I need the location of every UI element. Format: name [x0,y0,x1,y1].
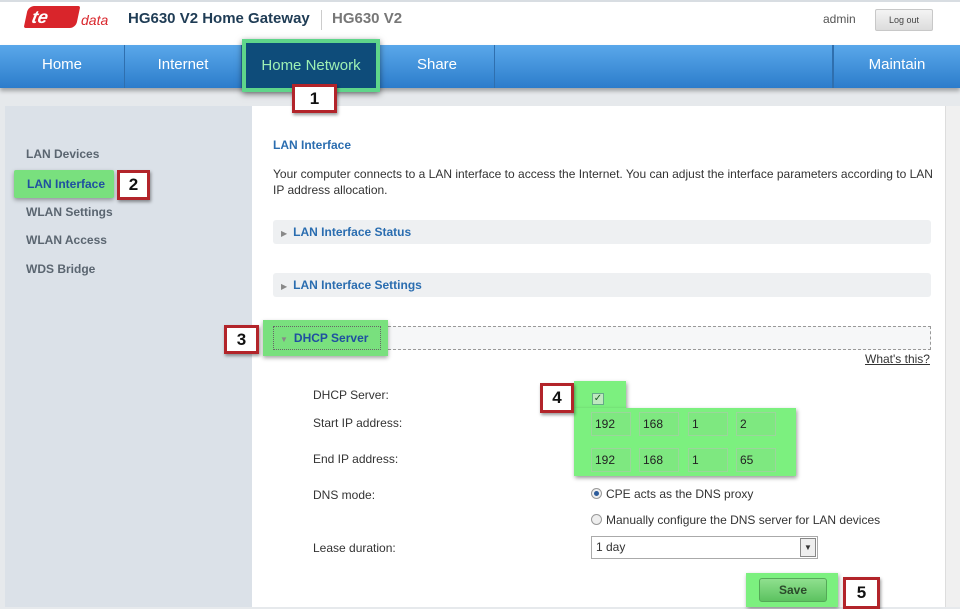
callout-2: 2 [117,170,150,200]
callout-5: 5 [843,577,880,609]
dhcp-server-label: DHCP Server: [313,388,389,402]
callout-3: 3 [224,325,259,354]
callout-4: 4 [540,383,574,413]
start-ip-octet-1[interactable]: 192 [591,412,631,436]
panel-title: LAN Interface Status [293,225,412,239]
panel-lan-interface-settings[interactable]: ▶ LAN Interface Settings [273,273,931,297]
end-ip-octet-1[interactable]: 192 [591,448,631,472]
end-ip-octet-3[interactable]: 1 [688,448,728,472]
expand-arrow-icon: ▶ [281,229,288,238]
nav-spacer [495,45,833,88]
scrollbar[interactable] [945,106,960,607]
start-ip-octet-2[interactable]: 168 [639,412,679,436]
save-button[interactable]: Save [759,578,827,602]
sidebar-item-wlan-access[interactable]: WLAN Access [26,233,107,247]
sidebar-item-wds-bridge[interactable]: WDS Bridge [26,262,95,276]
dhcp-section-title: DHCP Server [293,331,369,345]
panel-lan-interface-status[interactable]: ▶ LAN Interface Status [273,220,931,244]
logout-button[interactable]: Log out [875,9,933,31]
main-nav: Home Internet Share Maintain [0,45,960,88]
dhcp-server-header[interactable]: ▼ DHCP Server [263,320,388,356]
end-ip-label: End IP address: [313,452,399,466]
option-label: CPE acts as the DNS proxy [606,487,754,501]
page-title: LAN Interface [273,138,352,152]
nav-maintain[interactable]: Maintain [833,45,960,88]
start-ip-label: Start IP address: [313,416,403,430]
nav-share[interactable]: Share [380,45,495,88]
sidebar-item-lan-interface[interactable]: LAN Interface [14,170,114,198]
sidebar-item-wlan-settings[interactable]: WLAN Settings [26,205,113,219]
panel-title: LAN Interface Settings [293,278,422,292]
start-ip-octet-4[interactable]: 2 [736,412,776,436]
callout-1: 1 [292,84,337,113]
radio-selected[interactable] [591,488,602,499]
app-title: HG630 V2 Home Gateway [128,10,310,27]
dns-option-proxy[interactable]: CPE acts as the DNS proxy [591,487,753,501]
selected-value: 1 day [596,540,626,554]
dns-mode-label: DNS mode: [313,488,376,502]
dropdown-arrow-icon[interactable]: ▼ [800,538,816,557]
dhcp-enable-checkbox[interactable]: ✓ [592,393,604,405]
collapse-arrow-icon: ▼ [280,335,288,344]
username: admin [823,12,856,26]
expand-arrow-icon: ▶ [281,282,288,291]
tedata-logo: te data [23,6,110,32]
start-ip-octet-3[interactable]: 1 [688,412,728,436]
nav-home[interactable]: Home [0,45,125,88]
divider [321,10,322,30]
sidebar-item-lan-devices[interactable]: LAN Devices [26,147,99,161]
lease-duration-select[interactable]: 1 day ▼ [591,536,818,559]
page-description: Your computer connects to a LAN interfac… [273,167,933,197]
whats-this-link[interactable]: What's this? [865,352,930,366]
model-name: HG630 V2 [332,10,403,27]
lease-duration-label: Lease duration: [313,541,396,555]
option-label: Manually configure the DNS server for LA… [606,513,881,527]
end-ip-octet-2[interactable]: 168 [639,448,679,472]
end-ip-octet-4[interactable]: 65 [736,448,776,472]
radio-unselected[interactable] [591,514,602,525]
nav-internet[interactable]: Internet [125,45,242,88]
dns-option-manual[interactable]: Manually configure the DNS server for LA… [591,513,880,527]
